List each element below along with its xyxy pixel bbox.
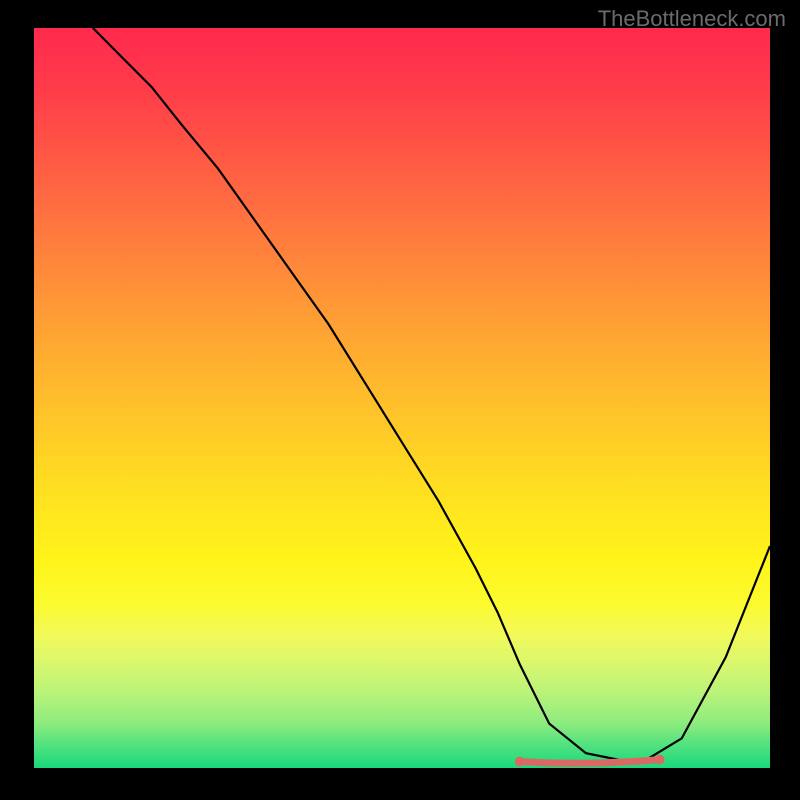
chart-gradient-background [34, 28, 770, 768]
trough-dot [515, 757, 525, 767]
trough-end-dots [515, 755, 665, 767]
watermark-text: TheBottleneck.com [598, 6, 786, 32]
trough-dot [655, 755, 665, 765]
no-bottleneck-highlight [520, 760, 660, 764]
bottleneck-curve-path [93, 28, 770, 761]
bottleneck-curve-svg [34, 28, 770, 768]
